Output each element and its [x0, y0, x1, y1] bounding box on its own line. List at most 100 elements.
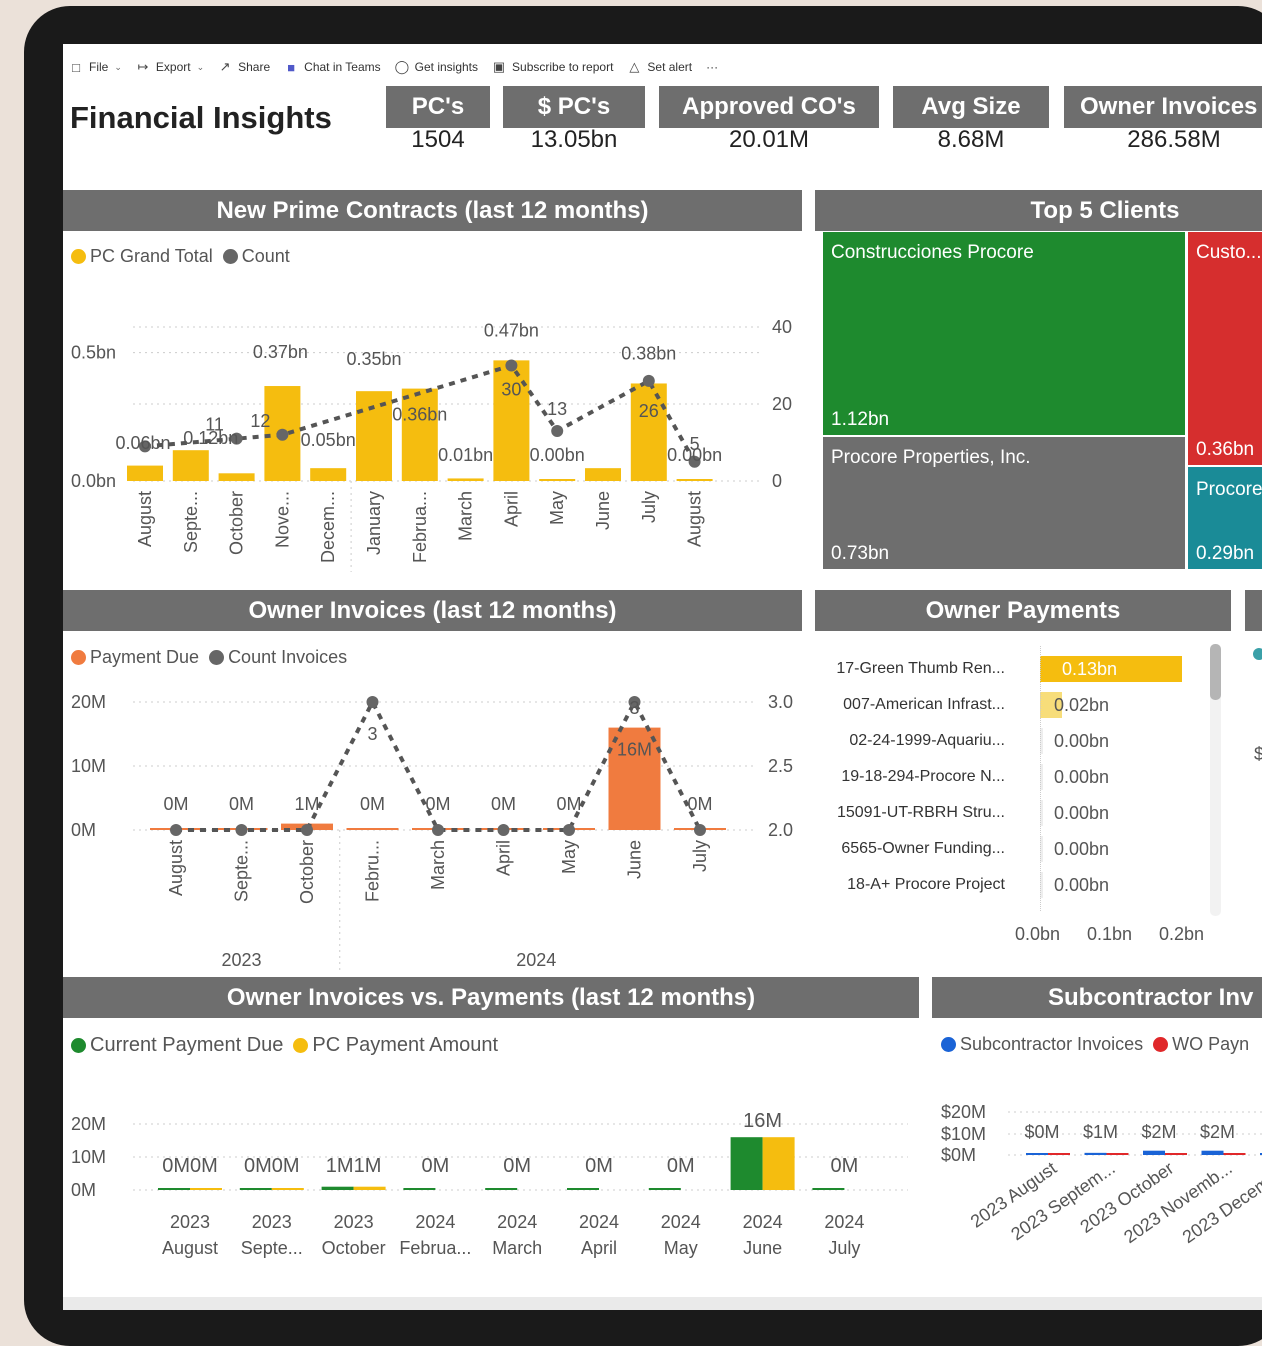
bar: [346, 828, 399, 830]
share-button[interactable]: ↗ Share: [218, 59, 270, 75]
subscribe-button[interactable]: ▣ Subscribe to report: [492, 59, 614, 75]
file-menu[interactable]: □ File ⌄: [69, 60, 122, 75]
tile-value: 0.73bn: [831, 543, 890, 564]
payment-row[interactable]: 19-18-294-Procore N... 0.00bn: [823, 764, 1223, 790]
legend-label[interactable]: Count: [242, 246, 290, 267]
scrollbar-thumb[interactable]: [1210, 644, 1221, 700]
x-tick-label: August: [135, 491, 155, 547]
payment-row-label: 007-American Infrast...: [843, 696, 1005, 713]
payment-row-label: 19-18-294-Procore N...: [841, 768, 1005, 785]
x-tick-label: Nove...: [272, 491, 292, 548]
y-tick-label: $10M: [941, 1124, 986, 1144]
bar: [310, 468, 347, 481]
bar-current-payment-due: [812, 1188, 845, 1190]
treemap-tile-construcciones[interactable]: Construcciones Procore 1.12bn: [823, 232, 1185, 435]
bar-value-label: $2M: [1200, 1122, 1235, 1142]
legend-label[interactable]: PC Payment Amount: [312, 1034, 498, 1057]
payment-row[interactable]: 17-Green Thumb Ren... 0.13bn: [823, 656, 1223, 682]
kpi-pcs-label: PC's: [386, 86, 490, 128]
legend-label[interactable]: Count Invoices: [228, 647, 347, 668]
x-tick-label: May: [559, 840, 579, 874]
bar: [401, 388, 438, 481]
subcontractor-invoices-chart[interactable]: $20M$10M$0M$0M2023 August$1M2023 Septem.…: [933, 1064, 1262, 1264]
bar: [676, 479, 713, 481]
legend-label[interactable]: PC Grand Total: [90, 246, 213, 267]
tile-name: Procore Properties, Inc.: [831, 447, 1031, 468]
x-tick-label: Septe...: [232, 840, 252, 902]
x-tick-label: October: [322, 1238, 386, 1258]
kpi-owner-invoices-value: 286.58M: [1127, 126, 1221, 153]
x-tick-label: 0.0bn: [1015, 924, 1061, 944]
year-group-label: 2024: [516, 950, 556, 970]
bar-pc-payment-amount: [353, 1186, 386, 1190]
count-point: [694, 824, 706, 836]
y-tick-label: 0M: [71, 1180, 96, 1200]
bar-value-label: 0M: [422, 1155, 450, 1177]
count-value-label: 12: [250, 411, 270, 431]
y-tick-label: 10M: [71, 756, 106, 776]
report-toolbar: □ File ⌄ ↦ Export ⌄ ↗ Share ■ Chat in Teams ◯ G…: [63, 44, 1262, 90]
x-tick-label: August: [166, 840, 186, 896]
x-tick-label: 0.2bn: [1159, 924, 1205, 944]
document-icon: □: [72, 59, 80, 75]
set-alert-button[interactable]: △ Set alert: [627, 59, 692, 75]
bar-current-payment-due: [239, 1188, 272, 1190]
invoices-vs-payments-chart[interactable]: 20M10M0M0M0M2023August0M0M2023Septe...1M…: [63, 1064, 919, 1264]
bar-value-label: 0.37bn: [253, 342, 308, 362]
more-options-button[interactable]: ···: [706, 60, 718, 74]
payment-row[interactable]: 6565-Owner Funding... 0.00bn: [823, 836, 1223, 862]
payment-row[interactable]: 02-24-1999-Aquariu... 0.00bn: [823, 728, 1223, 754]
chevron-down-icon: ⌄: [114, 61, 122, 72]
legend-label[interactable]: WO Payn: [1172, 1034, 1249, 1055]
bar: [493, 360, 530, 481]
payment-row[interactable]: 18-A+ Procore Project 0.00bn: [823, 872, 1223, 898]
legend-label[interactable]: Payment Due: [90, 647, 199, 668]
legend-swatch: [1153, 1037, 1169, 1052]
x-tick-year: 2024: [497, 1212, 537, 1232]
count-value-label: 5: [690, 434, 700, 454]
export-menu[interactable]: ↦ Export ⌄: [136, 59, 204, 75]
lightbulb-icon: ◯: [394, 59, 410, 74]
owner-payments-header: Owner Payments: [815, 590, 1231, 631]
bar-value-label: 0M: [360, 794, 385, 814]
bar-value-label: 0.06bn: [115, 433, 170, 453]
legend-label[interactable]: Current Payment Due: [90, 1034, 283, 1057]
x-tick-label: June: [625, 840, 645, 879]
count-value-label: 13: [547, 399, 567, 419]
bar-value-label: 16M: [743, 1110, 782, 1132]
x-tick-label: July: [690, 840, 710, 872]
get-insights-button[interactable]: ◯ Get insights: [395, 59, 478, 75]
x-tick-label: Febru...: [363, 840, 383, 902]
treemap-tile-procore-properties[interactable]: Procore Properties, Inc. 0.73bn: [823, 437, 1185, 569]
tile-value: 1.12bn: [831, 409, 890, 430]
owner-payments-chart[interactable]: 17-Green Thumb Ren... 0.13bn 007-American …: [823, 646, 1223, 916]
bar-current-payment-due: [567, 1188, 599, 1190]
payment-value-label: 0.02bn: [1054, 695, 1110, 715]
kpi-approved-cos-value: 20.01M: [728, 126, 810, 153]
page-footer-strip: [63, 1297, 1262, 1310]
y-tick-label: 20M: [71, 692, 106, 712]
bar: [218, 473, 255, 481]
next-visual-axis: $: [1254, 744, 1262, 764]
x-tick-label: Septe...: [181, 491, 201, 553]
owner-payments-scrollbar[interactable]: [1210, 644, 1221, 916]
x-tick-label: March: [492, 1238, 542, 1258]
prime-contracts-chart[interactable]: 0.5bn 0.0bn 40 20 0 August Septe... October Nove…: [63, 272, 803, 572]
payment-row[interactable]: 007-American Infrast... 0.02bn: [823, 692, 1223, 718]
payment-value-label: 0.00bn: [1054, 731, 1110, 751]
treemap-tile-procore[interactable]: Procore 0.29bn: [1188, 467, 1262, 569]
chat-in-teams-button[interactable]: ■ Chat in Teams: [284, 60, 380, 75]
bar: [539, 479, 576, 481]
count-point: [276, 428, 289, 441]
treemap-tile-custo[interactable]: Custo... 0.36bn: [1188, 232, 1262, 465]
bar-value-label: 0M: [503, 1155, 531, 1177]
bar-value-label: 16M: [617, 740, 652, 760]
bar-value-label: 0.05bn: [301, 430, 356, 450]
payment-row[interactable]: 15091-UT-RBRH Stru... 0.00bn: [823, 800, 1223, 826]
kpi-owner-invoices-label: Owner Invoices: [1064, 86, 1262, 128]
legend-label[interactable]: Subcontractor Invoices: [960, 1034, 1143, 1055]
bar-value-label: 0M: [585, 1155, 613, 1177]
legend-swatch: [209, 650, 225, 665]
owner-invoices-chart[interactable]: 20M 10M 0M 3.0 2.5 2.0 August 0M Septe... 0M Octob…: [63, 674, 803, 974]
payment-value-label: 0.00bn: [1054, 803, 1110, 823]
